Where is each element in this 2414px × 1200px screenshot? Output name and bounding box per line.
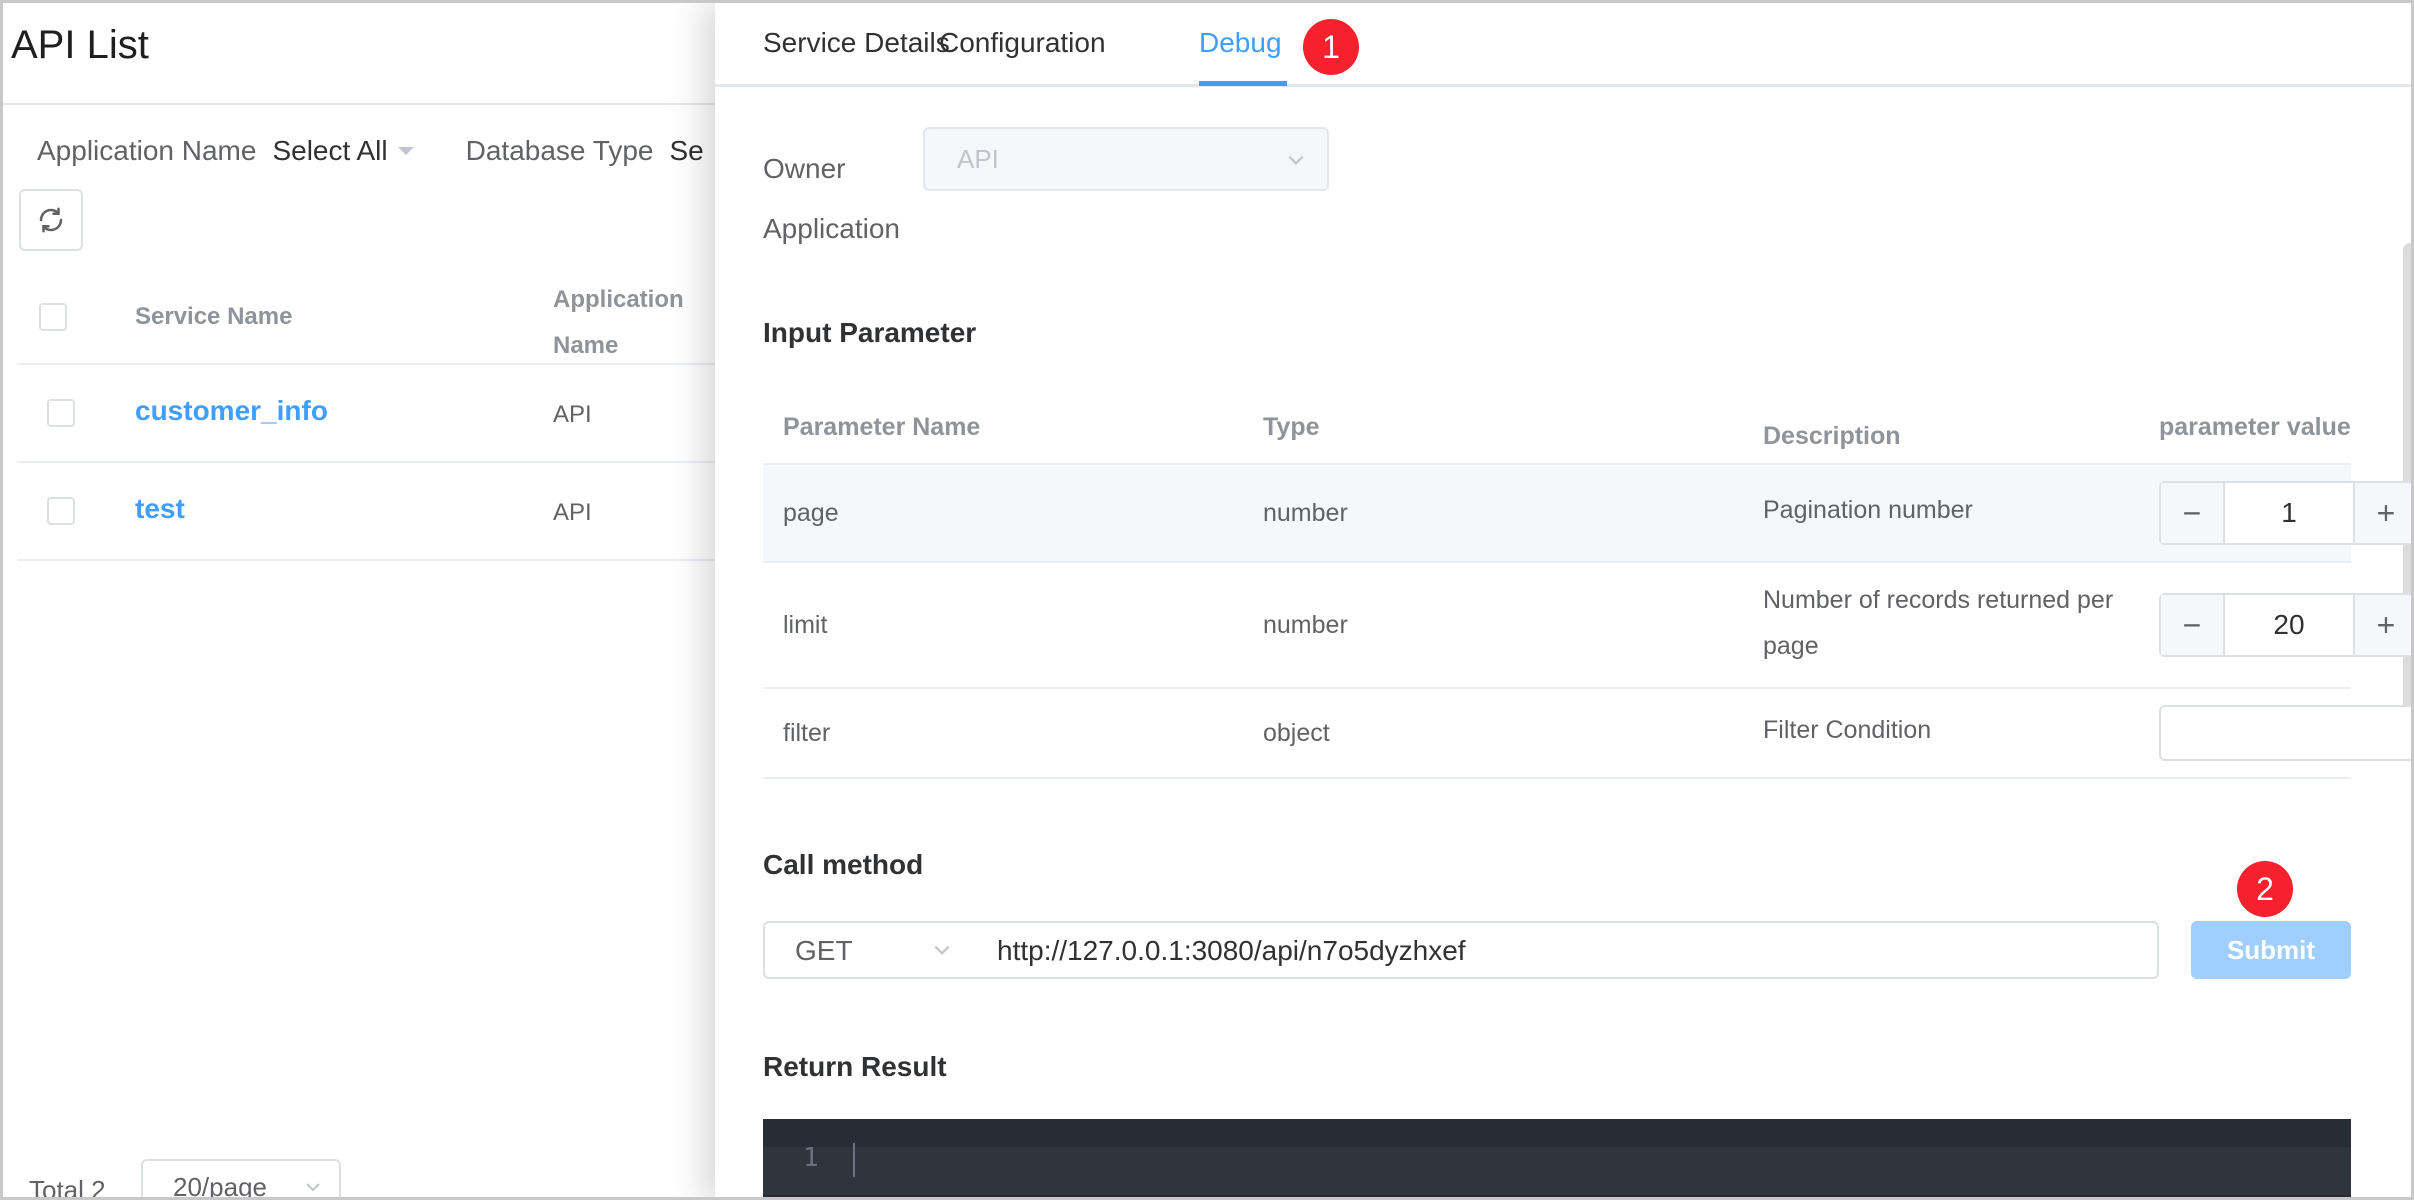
input-parameter-title: Input Parameter	[763, 317, 977, 348]
param-table-header: Parameter Name Type Description paramete…	[763, 391, 2351, 465]
service-drawer: Service Details Configuration Debug 1 Ow…	[715, 3, 2411, 1197]
page-number-stepper: − 1 +	[2159, 481, 2411, 545]
page-title: API List	[11, 23, 149, 67]
active-line-highlight	[763, 1147, 2351, 1195]
header-type: Type	[1263, 413, 1320, 441]
database-type-filter-label: Database Type	[465, 135, 654, 166]
table-row: page number Pagination number − 1 +	[763, 465, 2411, 563]
request-url-field[interactable]: http://127.0.0.1:3080/api/n7o5dyzhxef	[997, 935, 1466, 967]
database-type-select[interactable]: Se	[669, 135, 703, 167]
call-method-input-group: GET http://127.0.0.1:3080/api/n7o5dyzhxe…	[763, 921, 2159, 979]
refresh-icon	[39, 207, 63, 233]
param-description: Pagination number	[1763, 496, 1973, 524]
param-name: page	[783, 499, 839, 527]
owner-application-value: API	[957, 144, 999, 174]
step-badge-1: 1	[1303, 19, 1359, 75]
pagination-total: Total 2	[29, 1175, 106, 1200]
drawer-tabs: Service Details Configuration Debug 1	[715, 3, 2411, 87]
decrement-button[interactable]: −	[2161, 595, 2225, 655]
header-parameter-name: Parameter Name	[783, 413, 981, 441]
application-name-cell: API	[553, 401, 592, 428]
call-method-title: Call method	[763, 849, 924, 880]
chevron-down-icon	[306, 1183, 320, 1192]
chevron-down-icon	[934, 945, 950, 955]
param-type: number	[1263, 611, 1348, 639]
param-description: Filter Condition	[1763, 716, 1932, 744]
page-size-value: 20/page	[173, 1172, 267, 1200]
http-method-select[interactable]: GET	[765, 923, 975, 977]
header-description: Description	[1763, 422, 1901, 450]
submit-button[interactable]: Submit	[2191, 921, 2351, 979]
http-method-value: GET	[795, 935, 853, 966]
param-type: object	[1263, 719, 1330, 747]
filter-bar: Application Name Select All Database Typ…	[37, 135, 704, 167]
page-size-select[interactable]: 20/page	[141, 1159, 341, 1200]
increment-button[interactable]: +	[2353, 483, 2411, 543]
table-header: Service Name Application Name	[17, 265, 717, 365]
caret-down-icon[interactable]	[397, 147, 414, 155]
table-row: test API	[17, 463, 717, 561]
param-description: Number of records returned per page	[1763, 586, 2114, 660]
text-cursor	[853, 1143, 855, 1177]
plus-icon: +	[2376, 606, 2396, 643]
header-application-name: Application Name	[553, 286, 684, 359]
select-all-checkbox[interactable]	[39, 303, 67, 331]
stepper-value[interactable]: 1	[2225, 483, 2353, 543]
application-name-cell: API	[553, 499, 592, 526]
active-tab-indicator	[1199, 81, 1287, 86]
param-name: limit	[783, 611, 828, 639]
title-divider	[3, 103, 723, 105]
step-badge-2: 2	[2237, 861, 2293, 917]
refresh-button[interactable]	[19, 189, 83, 251]
chevron-down-icon	[1288, 155, 1304, 165]
header-service-name: Service Name	[135, 303, 293, 330]
table-row: customer_info API	[17, 365, 717, 463]
increment-button[interactable]: +	[2353, 595, 2411, 655]
tab-configuration[interactable]: Configuration	[939, 27, 1106, 59]
api-list-table: Service Name Application Name customer_i…	[17, 265, 717, 561]
application-name-filter-label: Application Name	[37, 135, 257, 166]
application-name-select[interactable]: Select All	[272, 135, 387, 167]
return-result-title: Return Result	[763, 1051, 947, 1082]
owner-application-label: Owner Application	[763, 153, 900, 244]
return-result-editor[interactable]: 1	[763, 1119, 2351, 1197]
param-name: filter	[783, 719, 831, 747]
tab-debug[interactable]: Debug	[1199, 27, 1282, 59]
stepper-value[interactable]: 20	[2225, 595, 2353, 655]
decrement-button[interactable]: −	[2161, 483, 2225, 543]
line-number: 1	[803, 1143, 819, 1173]
limit-stepper: − 20 +	[2159, 593, 2411, 657]
table-row: limit number Number of records returned …	[763, 563, 2411, 689]
tab-service-details[interactable]: Service Details	[763, 27, 950, 59]
row-checkbox[interactable]	[47, 497, 75, 525]
service-name-link[interactable]: customer_info	[135, 395, 328, 427]
owner-application-select: API	[923, 127, 1329, 191]
minus-icon: −	[2182, 494, 2202, 531]
plus-icon: +	[2376, 494, 2396, 531]
filter-condition-input[interactable]	[2159, 705, 2411, 761]
input-parameter-table: Parameter Name Type Description paramete…	[763, 391, 2411, 779]
service-name-link[interactable]: test	[135, 493, 185, 525]
minus-icon: −	[2182, 606, 2202, 643]
table-row: filter object Filter Condition	[763, 689, 2411, 779]
param-type: number	[1263, 499, 1348, 527]
row-checkbox[interactable]	[47, 399, 75, 427]
app-window: API List Application Name Select All Dat…	[0, 0, 2414, 1200]
header-parameter-value: parameter value	[2159, 413, 2351, 441]
